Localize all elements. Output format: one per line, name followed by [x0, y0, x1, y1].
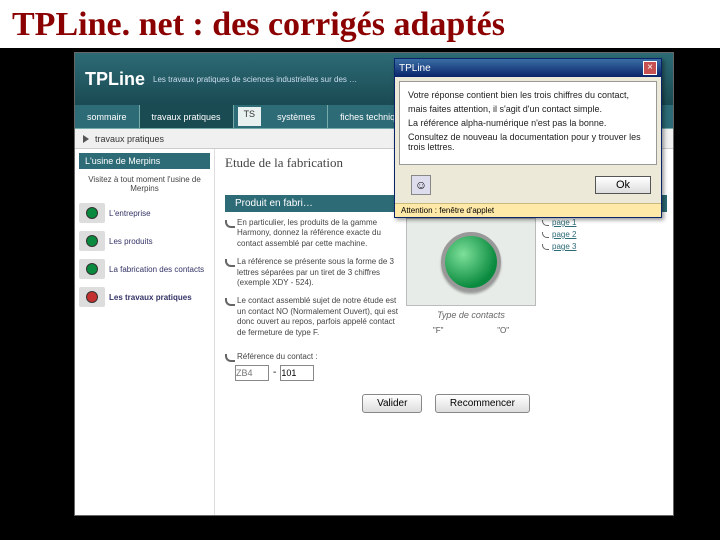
- button-icon: [79, 203, 105, 223]
- retry-button[interactable]: Recommencer: [435, 394, 530, 413]
- sidebar-item-label: L'entreprise: [109, 209, 151, 218]
- sidebar-note: Visitez à tout moment l'usine de Merpins: [79, 173, 210, 195]
- sidebar-item-entreprise[interactable]: L'entreprise: [79, 201, 210, 225]
- figure-options: "F" "O": [406, 326, 536, 335]
- dialog-line: Consultez de nouveau la documentation po…: [408, 132, 648, 152]
- body-row: En particulier, les produits de la gamme…: [225, 218, 667, 346]
- page-link-3[interactable]: page 3: [542, 242, 602, 251]
- sidebar-item-label: La fabrication des contacts: [109, 265, 204, 274]
- dialog-status: Attention : fenêtre d'applet: [395, 203, 661, 217]
- sidebar-heading: L'usine de Merpins: [79, 153, 210, 169]
- sidebar-item-produits[interactable]: Les produits: [79, 229, 210, 253]
- reference-label: Référence du contact :: [225, 352, 667, 361]
- sidebar-item-label: Les travaux pratiques: [109, 293, 192, 302]
- reference-letters-input[interactable]: [235, 365, 269, 381]
- page-links: page 1 page 2 page 3: [542, 218, 602, 346]
- paragraph: La référence se présente sous la forme d…: [225, 257, 400, 288]
- contact-type-o: "O": [497, 326, 509, 335]
- button-icon: [79, 287, 105, 307]
- tagline: Les travaux pratiques de sciences indust…: [153, 75, 357, 84]
- sidebar-item-fabrication[interactable]: La fabrication des contacts: [79, 257, 210, 281]
- breadcrumb-label: travaux pratiques: [95, 134, 164, 144]
- sidebar: L'usine de Merpins Visitez à tout moment…: [75, 149, 215, 515]
- dialog-titlebar: TPLine ×: [395, 59, 661, 77]
- slide-title: TPLine. net : des corrigés adaptés: [0, 0, 720, 49]
- pushbutton-icon: [441, 232, 501, 292]
- dialog-line: mais faites attention, il s'agit d'un co…: [408, 104, 648, 114]
- body-text: En particulier, les produits de la gamme…: [225, 218, 400, 346]
- sidebar-item-label: Les produits: [109, 237, 153, 246]
- paragraph: En particulier, les produits de la gamme…: [225, 218, 400, 249]
- nav-systemes[interactable]: systèmes: [265, 105, 328, 128]
- close-icon[interactable]: ×: [643, 61, 657, 75]
- button-icon: [79, 231, 105, 251]
- logo: TPLine: [81, 69, 145, 90]
- dash: -: [273, 367, 276, 378]
- dialog-line: La référence alpha-numérique n'est pas l…: [408, 118, 648, 128]
- page-link-1[interactable]: page 1: [542, 218, 602, 227]
- nav-ts-badge: TS: [238, 107, 262, 126]
- dialog-title: TPLine: [399, 63, 431, 74]
- breadcrumb-arrow-icon: [83, 135, 89, 143]
- contact-type-f: "F": [433, 326, 444, 335]
- button-row: Valider Recommencer: [225, 389, 667, 419]
- dialog-body: Votre réponse contient bien les trois ch…: [399, 81, 657, 165]
- reference-digits-input[interactable]: [280, 365, 314, 381]
- sidebar-item-travaux[interactable]: Les travaux pratiques: [79, 285, 210, 309]
- dialog-line: Votre réponse contient bien les trois ch…: [408, 90, 648, 100]
- nav-travaux-pratiques[interactable]: travaux pratiques: [140, 105, 234, 128]
- answer-row: -: [235, 365, 667, 381]
- dialog-actions: ☺ Ok: [395, 169, 661, 203]
- figure: Type de contacts "F" "O": [406, 218, 536, 346]
- feedback-dialog: TPLine × Votre réponse contient bien les…: [394, 58, 662, 218]
- paragraph: Le contact assemblé sujet de notre étude…: [225, 296, 400, 338]
- button-icon: [79, 259, 105, 279]
- validate-button[interactable]: Valider: [362, 394, 422, 413]
- nav-sommaire[interactable]: sommaire: [75, 105, 140, 128]
- assistant-icon: ☺: [411, 175, 431, 195]
- product-image: [406, 218, 536, 306]
- figure-caption: Type de contacts: [406, 310, 536, 320]
- page-link-2[interactable]: page 2: [542, 230, 602, 239]
- ok-button[interactable]: Ok: [595, 176, 651, 194]
